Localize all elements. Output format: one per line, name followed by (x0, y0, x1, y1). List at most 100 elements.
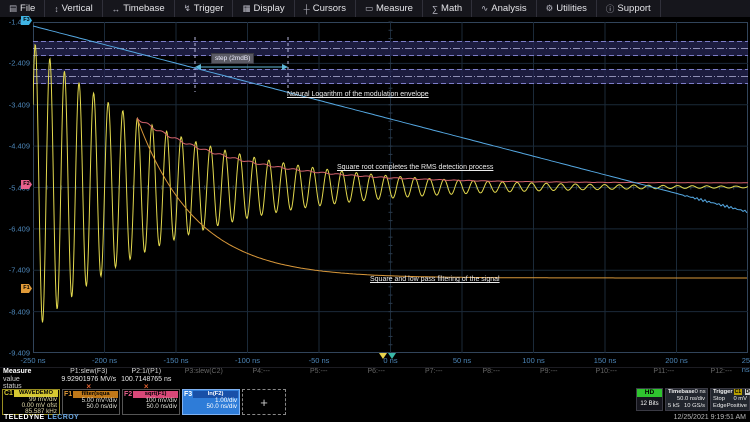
channel-setting: 50.0 ns/div (183, 404, 239, 410)
x-tick-label: 50 ns (453, 356, 471, 365)
measure-row-label: Measure (0, 368, 60, 375)
trigger-source-badge: C1 (734, 389, 742, 395)
plot-area[interactable]: -1.409-2.409-3.409-4.409-5.409-6.409-7.4… (0, 17, 750, 367)
channel-id: C1 (4, 390, 13, 397)
value-row-label: value (0, 376, 60, 383)
param-header[interactable]: P2:1/(P1) (118, 368, 176, 375)
trigger-coupling-badge: DC (745, 389, 750, 395)
menu-cursors[interactable]: ┼Cursors (295, 0, 356, 17)
descriptor-row: C1WAVEDEMO99 mV/div0.00 mV ofst85.587 kH… (2, 389, 286, 415)
vertical-icon: ↕ (54, 4, 58, 14)
math-icon: ∑ (432, 4, 438, 14)
menu-math[interactable]: ∑Math (423, 0, 472, 17)
descriptor-c1[interactable]: C1WAVEDEMO99 mV/div0.00 mV ofst85.587 kH… (2, 389, 60, 415)
menu-bar: ▤File ↕ Vertical ↔Timebase↯Trigger ▦ Display ┼… (0, 0, 750, 18)
cursors-icon: ┼ (304, 4, 310, 14)
trigger-position-marker[interactable] (379, 353, 387, 359)
status-bar: TELEDYNELECROY 12/25/2021 9:19:51 AM (0, 413, 750, 422)
param-value: 100.7148765 ns (118, 376, 176, 383)
lowpass-label: Square and low pass filtering of the sig… (370, 276, 500, 283)
menu-utilities-label: Utilities (556, 3, 587, 14)
level-marker-f1[interactable]: F1 (21, 284, 32, 293)
param-header[interactable]: P11:--- (635, 368, 693, 375)
timebase-rate: 10 GS/s (684, 403, 705, 410)
menu-display[interactable]: ▦ Display (233, 0, 294, 17)
menu-trigger-label: Trigger (194, 3, 224, 14)
x-tick-label: -250 ns (20, 356, 45, 365)
param-header[interactable]: P4:--- (233, 368, 291, 375)
param-header[interactable]: P7:--- (405, 368, 463, 375)
channel-setting: 50.0 ns/div (123, 404, 179, 410)
menu-analysis-label: Analysis (491, 3, 526, 14)
menu-timebase-label: Timebase (123, 3, 164, 14)
y-tick-label: -7.409 (0, 266, 30, 275)
channel-id: F2 (124, 391, 132, 398)
menu-display-label: Display (254, 3, 285, 14)
x-tick-label: -200 ns (92, 356, 117, 365)
menu-file[interactable]: ▤File (0, 0, 45, 17)
y-tick-label: -4.409 (0, 142, 30, 151)
param-value: 9.92901976 MV/s (60, 376, 118, 383)
measure-icon: ▭ (365, 3, 373, 14)
trace-f1 (137, 118, 747, 278)
param-header[interactable]: P12:--- (693, 368, 750, 375)
trace-f2 (137, 118, 748, 183)
param-header[interactable]: P9:--- (520, 368, 578, 375)
param-header[interactable]: P5:--- (290, 368, 348, 375)
measure-table: MeasureP1:slew(F3)P2:1/(P1)P3:slew(C2)P4… (0, 367, 750, 390)
level-marker-f3[interactable]: F3 (21, 16, 32, 25)
menu-cursors-label: Cursors (313, 3, 346, 14)
menu-trigger[interactable]: ↯Trigger (175, 0, 234, 17)
timebase-title: Timebase (668, 389, 695, 396)
param-header[interactable]: P6:--- (348, 368, 406, 375)
brand-teledyne: TELEDYNE (4, 414, 45, 421)
datetime: 12/25/2021 9:19:51 AM (674, 414, 746, 421)
x-tick-label: 150 ns (594, 356, 617, 365)
param-header[interactable]: P8:--- (463, 368, 521, 375)
brand-lecroy: LECROY (48, 414, 80, 421)
trigger-level: 0 mV (733, 396, 747, 403)
menu-file-label: File (20, 3, 35, 14)
oscilloscope-screen: ▤File ↕ Vertical ↔Timebase↯Trigger ▦ Display ┼… (0, 0, 750, 422)
utilities-icon: ⚙ (546, 3, 554, 14)
menu-utilities[interactable]: ⚙Utilities (537, 0, 597, 17)
param-header[interactable]: P1:slew(F3) (60, 368, 118, 375)
x-tick-label: 200 ns (665, 356, 688, 365)
channel-id: F3 (184, 391, 192, 398)
trigger-title: Trigger (713, 389, 733, 396)
channel-id: F1 (64, 391, 72, 398)
file-icon: ▤ (9, 3, 17, 14)
menu-support[interactable]: ⓘSupport (597, 0, 661, 17)
descriptor-f1[interactable]: F1filter(squa5.00 mV²/div50.0 ns/div (62, 389, 120, 415)
timebase-samples: 5 kS (668, 403, 680, 410)
param-header[interactable]: P3:slew(C2) (175, 368, 233, 375)
timebase-panel[interactable]: Timebase 0 ns 50.0 ns/div 5 kS 10 GS/s (665, 388, 708, 411)
display-icon: ▦ (242, 3, 250, 14)
x-tick-label: 100 ns (522, 356, 545, 365)
rms-label: Square root completes the RMS detection … (337, 164, 493, 171)
acquisition-cluster: HD 12 Bits Timebase 0 ns 50.0 ns/div 5 k… (636, 388, 750, 411)
waveform-canvas[interactable] (33, 17, 748, 357)
trigger-slope: Positive (727, 403, 747, 410)
descriptor-f2[interactable]: F2sqrt(F1)100 mV/div50.0 ns/div (122, 389, 180, 415)
level-marker-f2[interactable]: F2 (21, 180, 32, 189)
param-header[interactable]: P10:--- (578, 368, 636, 375)
support-icon: ⓘ (606, 3, 615, 15)
hd-resolution-box[interactable]: HD 12 Bits (636, 388, 663, 411)
add-trace-button[interactable]: + (242, 389, 286, 415)
menu-analysis[interactable]: ∿Analysis (472, 0, 537, 17)
descriptor-f3[interactable]: F3ln(F2)1.00/div50.0 ns/div (182, 389, 240, 415)
trigger-panel[interactable]: Trigger C1 DC Stop 0 mV Edge Positive (710, 388, 750, 411)
y-tick-label: -2.409 (0, 59, 30, 68)
menu-vertical[interactable]: ↕ Vertical (45, 0, 102, 17)
menu-support-label: Support (617, 3, 650, 14)
x-tick-label: -50 ns (309, 356, 330, 365)
analysis-icon: ∿ (481, 3, 488, 14)
menu-vertical-label: Vertical (62, 3, 93, 14)
menu-measure[interactable]: ▭Measure (356, 0, 423, 17)
timebase-delay: 0 ns (695, 389, 706, 396)
natural-log-label: Natural Logarithm of the modulation enve… (287, 91, 429, 98)
menu-timebase[interactable]: ↔Timebase (103, 0, 175, 17)
horizontal-reference-marker[interactable] (388, 353, 396, 359)
menu-math-label: Math (441, 3, 462, 14)
